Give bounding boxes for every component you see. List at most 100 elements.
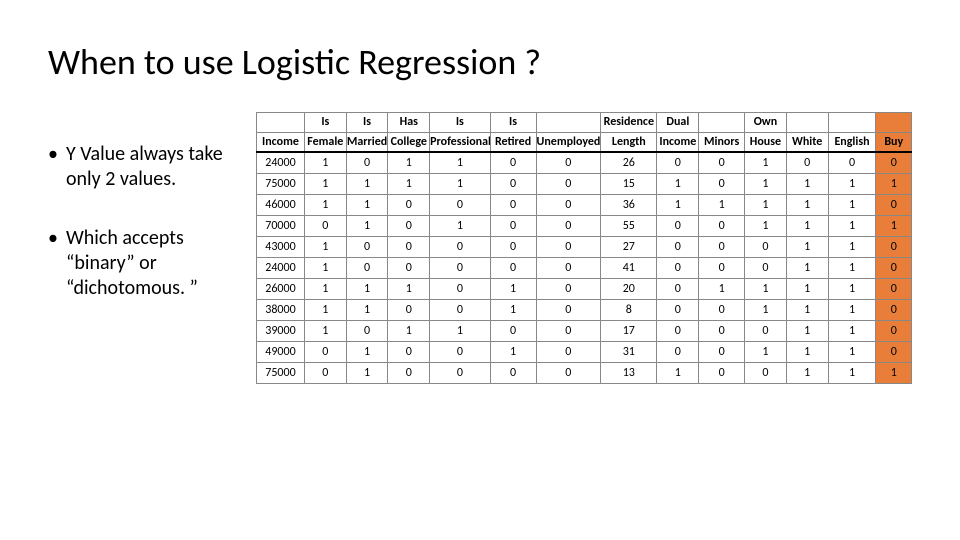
- table-cell: 0: [657, 216, 699, 237]
- table-cell: 1: [828, 279, 876, 300]
- table-cell: 1: [699, 279, 745, 300]
- table-cell: 1: [490, 342, 536, 363]
- table-cell: 0: [388, 363, 430, 384]
- table-cell: 1: [304, 174, 346, 195]
- bullet-item: Which accepts “binary” or “dichotomous. …: [48, 226, 248, 301]
- table-cell: 0: [490, 152, 536, 174]
- column-header: Buy: [876, 132, 912, 152]
- column-header-top: Is: [346, 113, 388, 133]
- table-cell: 41: [601, 258, 657, 279]
- table-cell: 0: [388, 195, 430, 216]
- table-cell: 0: [699, 216, 745, 237]
- table-cell: 1: [346, 216, 388, 237]
- table-cell: 0: [430, 300, 490, 321]
- table-cell: 0: [536, 258, 601, 279]
- table-cell: 1: [657, 174, 699, 195]
- table-cell: 0: [657, 300, 699, 321]
- table-cell: 0: [786, 152, 828, 174]
- table-row: 2600011101020011110: [257, 279, 912, 300]
- table-cell: 0: [430, 279, 490, 300]
- table-cell: 20: [601, 279, 657, 300]
- column-header: English: [828, 132, 876, 152]
- table-cell: 0: [536, 216, 601, 237]
- bullet-item: Y Value always take only 2 values.: [48, 142, 248, 192]
- table-cell: 1: [828, 195, 876, 216]
- table-cell: 70000: [257, 216, 305, 237]
- table-cell: 0: [699, 342, 745, 363]
- table-cell: 24000: [257, 258, 305, 279]
- table-cell: 1: [828, 342, 876, 363]
- table-cell: 0: [876, 300, 912, 321]
- table-cell: 0: [876, 195, 912, 216]
- table-cell: 1: [346, 363, 388, 384]
- table-row: 4900001001031001110: [257, 342, 912, 363]
- column-header: Professional: [430, 132, 490, 152]
- table-cell: 0: [536, 237, 601, 258]
- column-header-top: Own: [745, 113, 787, 133]
- table-cell: 0: [699, 363, 745, 384]
- column-header-top: [257, 113, 305, 133]
- table-cell: 1: [828, 216, 876, 237]
- table-row: 7500011110015101111: [257, 174, 912, 195]
- table-cell: 1: [657, 363, 699, 384]
- table-cell: 0: [536, 342, 601, 363]
- table-cell: 1: [657, 195, 699, 216]
- table-cell: 0: [536, 174, 601, 195]
- column-header-top: [786, 113, 828, 133]
- table-cell: 26000: [257, 279, 305, 300]
- table-cell: 0: [745, 258, 787, 279]
- table-cell: 0: [657, 237, 699, 258]
- table-row: 4600011000036111110: [257, 195, 912, 216]
- table-cell: 46000: [257, 195, 305, 216]
- table-cell: 0: [490, 216, 536, 237]
- bullet-list: Y Value always take only 2 values. Which…: [48, 112, 256, 335]
- table-cell: 1: [828, 363, 876, 384]
- table-cell: 1: [745, 216, 787, 237]
- table-cell: 1: [304, 152, 346, 174]
- table-cell: 1: [786, 216, 828, 237]
- column-header: White: [786, 132, 828, 152]
- table-cell: 0: [536, 279, 601, 300]
- table-cell: 0: [699, 300, 745, 321]
- table-cell: 24000: [257, 152, 305, 174]
- table-cell: 0: [346, 152, 388, 174]
- table-cell: 1: [786, 363, 828, 384]
- table-cell: 0: [657, 279, 699, 300]
- table-cell: 0: [388, 342, 430, 363]
- table-cell: 1: [828, 258, 876, 279]
- table-cell: 0: [388, 300, 430, 321]
- table-cell: 0: [490, 363, 536, 384]
- table-cell: 1: [490, 279, 536, 300]
- table-cell: 1: [876, 363, 912, 384]
- page-title: When to use Logistic Regression ?: [48, 40, 912, 84]
- table-cell: 15: [601, 174, 657, 195]
- data-table-wrap: IsIsHasIsIsResidenceDualOwn IncomeFemale…: [256, 112, 912, 384]
- table-cell: 1: [745, 174, 787, 195]
- column-header: Minors: [699, 132, 745, 152]
- table-cell: 27: [601, 237, 657, 258]
- table-cell: 1: [304, 195, 346, 216]
- table-cell: 1: [745, 300, 787, 321]
- table-cell: 13: [601, 363, 657, 384]
- table-row: 7000001010055001111: [257, 216, 912, 237]
- table-cell: 0: [346, 237, 388, 258]
- table-cell: 0: [346, 258, 388, 279]
- table-cell: 17: [601, 321, 657, 342]
- table-row: 380001100108001110: [257, 300, 912, 321]
- column-header: Married: [346, 132, 388, 152]
- table-cell: 1: [786, 174, 828, 195]
- column-header-top: Has: [388, 113, 430, 133]
- table-cell: 1: [745, 342, 787, 363]
- table-cell: 1: [828, 237, 876, 258]
- table-cell: 0: [745, 363, 787, 384]
- column-header-top: Is: [430, 113, 490, 133]
- table-cell: 1: [430, 152, 490, 174]
- table-cell: 0: [876, 321, 912, 342]
- table-cell: 0: [490, 174, 536, 195]
- column-header: Income: [657, 132, 699, 152]
- table-cell: 0: [876, 279, 912, 300]
- table-cell: 39000: [257, 321, 305, 342]
- table-cell: 43000: [257, 237, 305, 258]
- table-header-row-1: IsIsHasIsIsResidenceDualOwn: [257, 113, 912, 133]
- table-cell: 1: [430, 216, 490, 237]
